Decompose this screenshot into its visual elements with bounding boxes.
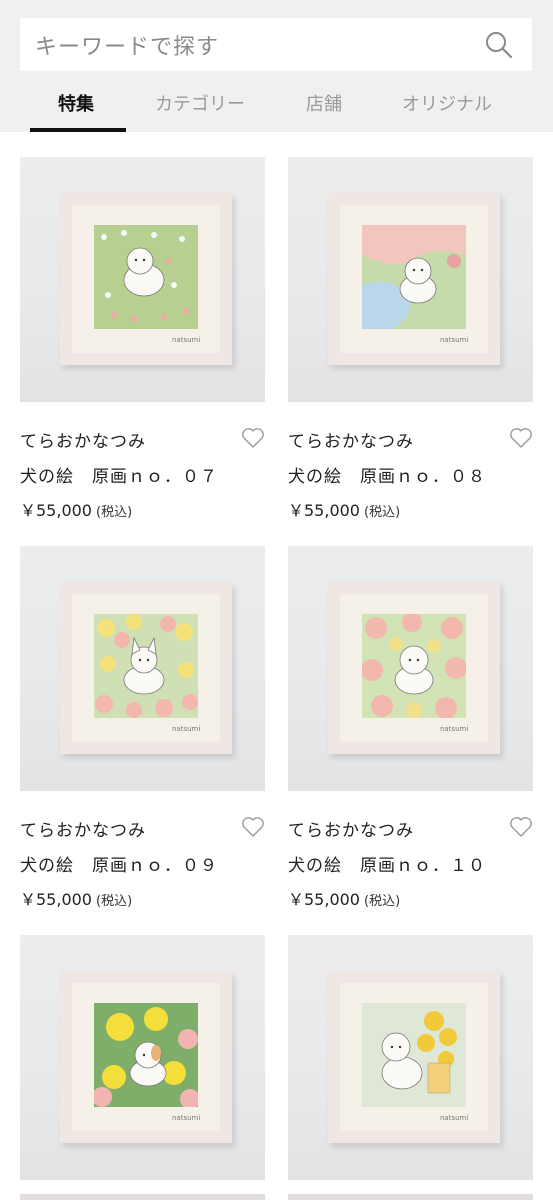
product-image[interactable]: natsumi: [288, 546, 533, 791]
svg-text:natsumi: natsumi: [172, 1114, 200, 1122]
artwork-dog-sunflowers: [362, 1003, 466, 1107]
product-artist[interactable]: てらおかなつみ: [288, 427, 533, 452]
svg-text:natsumi: natsumi: [172, 336, 200, 344]
heart-icon[interactable]: [509, 427, 533, 449]
search-placeholder: キーワードで探す: [35, 34, 220, 60]
product-name[interactable]: 犬の絵 原画ｎｏ．０９: [20, 851, 265, 876]
product-card[interactable]: natsumi: [288, 935, 533, 1180]
tab-featured[interactable]: 特集: [58, 90, 94, 116]
tax-label: (税込): [364, 505, 401, 520]
product-price: ￥55,000 (税込): [20, 886, 265, 910]
product-image[interactable]: natsumi: [20, 935, 265, 1180]
svg-text:natsumi: natsumi: [440, 336, 468, 344]
artwork-dog-roses: [362, 614, 466, 718]
frame: natsumi: [60, 971, 232, 1143]
product-card[interactable]: natsumi てらおかなつみ 犬の絵 原画ｎｏ．０７ ￥55,000 (税込): [20, 157, 265, 527]
top-bar: キーワードで探す 特集 カテゴリー 店舗 オリジナル: [0, 0, 553, 132]
tab-category[interactable]: カテゴリー: [155, 90, 245, 116]
heart-icon[interactable]: [241, 427, 265, 449]
product-card[interactable]: natsumi てらおかなつみ 犬の絵 原画ｎｏ．０９ ￥55,000 (税込): [20, 546, 265, 916]
product-name[interactable]: 犬の絵 原画ｎｏ．０８: [288, 462, 533, 487]
product-name[interactable]: 犬の絵 原画ｎｏ．０７: [20, 462, 265, 487]
search-input[interactable]: キーワードで探す: [20, 18, 532, 71]
heart-icon[interactable]: [509, 816, 533, 838]
product-price: ￥55,000 (税込): [288, 497, 533, 521]
product-image[interactable]: natsumi: [20, 157, 265, 402]
frame: natsumi: [60, 582, 232, 754]
product-image[interactable]: natsumi: [288, 157, 533, 402]
artwork-dog-river: [362, 225, 466, 329]
frame: natsumi: [328, 582, 500, 754]
svg-text:natsumi: natsumi: [440, 1114, 468, 1122]
artwork-dog-meadow: [94, 225, 198, 329]
tab-stores[interactable]: 店舗: [306, 90, 342, 116]
product-artist[interactable]: てらおかなつみ: [20, 816, 265, 841]
svg-text:natsumi: natsumi: [440, 725, 468, 733]
price-value: ￥55,000: [288, 501, 360, 520]
price-value: ￥55,000: [288, 890, 360, 909]
product-image[interactable]: natsumi: [288, 935, 533, 1180]
frame: natsumi: [328, 971, 500, 1143]
tax-label: (税込): [364, 894, 401, 909]
product-artist[interactable]: てらおかなつみ: [20, 427, 265, 452]
tax-label: (税込): [96, 894, 133, 909]
product-image[interactable]: natsumi: [20, 546, 265, 791]
price-value: ￥55,000: [20, 890, 92, 909]
product-card[interactable]: natsumi: [20, 935, 265, 1180]
frame: natsumi: [328, 193, 500, 365]
tab-original[interactable]: オリジナル: [402, 90, 492, 116]
artwork-dog-yellow-flowers: [94, 1003, 198, 1107]
tax-label: (税込): [96, 505, 133, 520]
frame: natsumi: [60, 193, 232, 365]
active-tab-indicator: [30, 128, 126, 132]
product-card[interactable]: natsumi てらおかなつみ 犬の絵 原画ｎｏ．１０ ￥55,000 (税込): [288, 546, 533, 916]
next-product-peek: [288, 1194, 533, 1200]
next-product-peek: [20, 1194, 265, 1200]
artwork-dog-tulips: [94, 614, 198, 718]
product-name[interactable]: 犬の絵 原画ｎｏ．１０: [288, 851, 533, 876]
tab-bar: 特集 カテゴリー 店舗 オリジナル: [0, 80, 553, 132]
svg-text:natsumi: natsumi: [172, 725, 200, 733]
price-value: ￥55,000: [20, 501, 92, 520]
product-card[interactable]: natsumi てらおかなつみ 犬の絵 原画ｎｏ．０８ ￥55,000 (税込): [288, 157, 533, 527]
product-price: ￥55,000 (税込): [288, 886, 533, 910]
product-artist[interactable]: てらおかなつみ: [288, 816, 533, 841]
product-price: ￥55,000 (税込): [20, 497, 265, 521]
search-icon[interactable]: [484, 30, 514, 60]
heart-icon[interactable]: [241, 816, 265, 838]
